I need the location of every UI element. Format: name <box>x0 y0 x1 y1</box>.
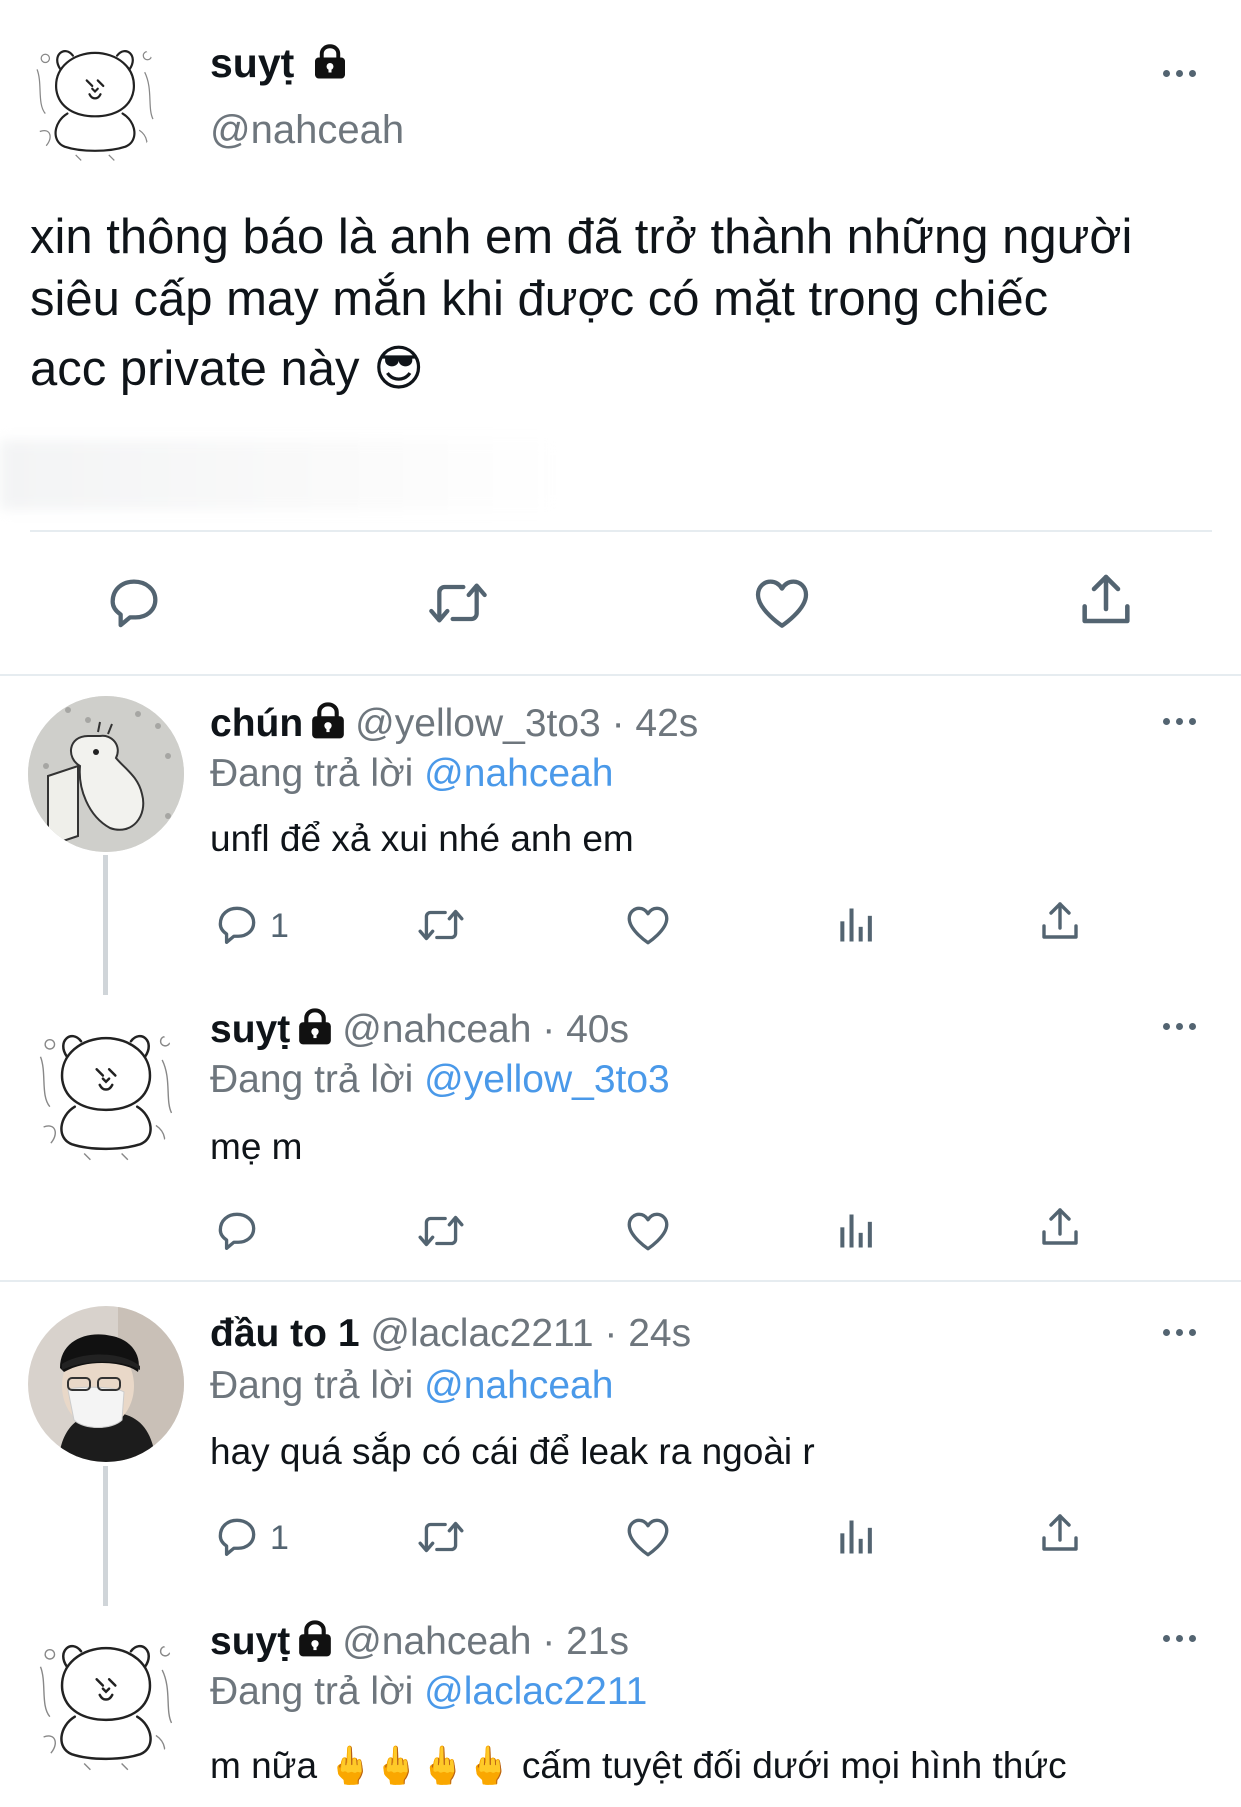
replying-prefix: Đang trả lời <box>210 1670 414 1713</box>
reply-text: hay quá sắp có cái để leak ra ngoài r <box>210 1431 815 1472</box>
thread-line <box>103 1466 108 1606</box>
retweet-icon[interactable] <box>416 1206 466 1256</box>
replying-to: Đang trả lời @laclac2211 <box>210 1670 647 1714</box>
more-icon[interactable] <box>1157 1016 1201 1036</box>
reply-text: m nữa 🖕🖕🖕🖕 cấm tuyệt đối dưới mọi hình t… <box>210 1745 1067 1786</box>
bear-avatar-image <box>26 28 164 166</box>
reply-count: 1 <box>270 1519 289 1557</box>
mention-link[interactable]: @yellow_3to3 <box>424 1058 670 1101</box>
timestamp: · 40s <box>542 1008 629 1051</box>
lock-icon <box>296 1008 334 1046</box>
lock-icon <box>296 1620 334 1658</box>
more-icon[interactable] <box>1157 1322 1201 1342</box>
display-name: suyṭ <box>210 40 295 86</box>
timestamp: · 42s <box>611 702 699 745</box>
share-icon[interactable] <box>1036 898 1084 946</box>
reply-text: mẹ m <box>210 1126 303 1167</box>
retweet-icon[interactable] <box>426 571 490 635</box>
reply-count: 1 <box>270 907 289 945</box>
analytics-icon[interactable] <box>833 1209 877 1253</box>
timestamp: · 24s <box>604 1312 692 1355</box>
author-handle[interactable]: @yellow_3to3 <box>355 702 601 745</box>
display-name[interactable]: đầu to 1 <box>210 1312 360 1355</box>
tweet-text-line: siêu cấp may mắn khi được có mặt trong c… <box>30 272 1049 326</box>
more-icon[interactable] <box>1157 1628 1201 1648</box>
reply-header: đầu to 1 @laclac2211 · 24s <box>210 1312 691 1356</box>
avatar[interactable] <box>28 1306 184 1462</box>
heart-icon[interactable] <box>623 900 673 950</box>
analytics-icon[interactable] <box>833 903 877 947</box>
avatar[interactable] <box>26 28 164 166</box>
tweet-text-line: xin thông báo là anh em đã trở thành nhữ… <box>30 210 1133 264</box>
author-handle[interactable]: @nahceah <box>342 1008 531 1051</box>
person-avatar-image <box>28 1306 184 1462</box>
heart-icon[interactable] <box>623 1206 673 1256</box>
avatar[interactable] <box>28 1620 184 1776</box>
author-handle[interactable]: @nahceah <box>210 108 404 153</box>
mention-link[interactable]: @laclac2211 <box>424 1670 647 1713</box>
replying-to: Đang trả lời @nahceah <box>210 1364 613 1408</box>
divider <box>30 530 1212 532</box>
more-icon[interactable] <box>1157 711 1201 731</box>
display-name[interactable]: suyṭ <box>210 1008 290 1051</box>
avatar[interactable] <box>28 696 184 852</box>
mention-link[interactable]: @nahceah <box>424 752 613 795</box>
moomin-avatar-image <box>28 696 184 852</box>
lock-icon <box>309 702 347 740</box>
replying-prefix: Đang trả lời <box>210 1058 414 1101</box>
lock-icon <box>312 44 348 80</box>
avatar[interactable] <box>28 1010 184 1166</box>
thread-line <box>103 855 108 995</box>
reply-icon[interactable] <box>102 571 166 635</box>
divider <box>0 1280 1241 1282</box>
reply-icon[interactable] <box>212 1206 262 1256</box>
display-name[interactable]: chún <box>210 702 303 745</box>
share-icon[interactable] <box>1036 1510 1084 1558</box>
reply-text: unfl để xả xui nhé anh em <box>210 818 634 859</box>
share-icon[interactable] <box>1036 1204 1084 1252</box>
author-name[interactable]: suyṭ <box>210 40 348 87</box>
replying-to: Đang trả lời @yellow_3to3 <box>210 1058 670 1102</box>
display-name[interactable]: suyṭ <box>210 1620 290 1663</box>
blurred-area <box>0 440 560 510</box>
heart-icon[interactable] <box>623 1512 673 1562</box>
tweet-text: xin thông báo là anh em đã trở thành nhữ… <box>30 206 1132 400</box>
replying-to: Đang trả lời @nahceah <box>210 752 613 796</box>
timestamp: · 21s <box>542 1620 629 1663</box>
more-icon[interactable] <box>1157 63 1201 83</box>
bear-avatar-image <box>28 1010 184 1166</box>
divider <box>0 674 1241 676</box>
tweet-text-line: acc private này 😎 <box>30 342 425 396</box>
share-icon[interactable] <box>1074 569 1138 633</box>
reply-icon[interactable] <box>212 1512 262 1562</box>
author-handle[interactable]: @laclac2211 <box>370 1312 593 1355</box>
retweet-icon[interactable] <box>416 1512 466 1562</box>
bear-avatar-image <box>28 1620 184 1776</box>
reply-icon[interactable] <box>212 900 262 950</box>
reply-header: suyṭ @nahceah · 40s <box>210 1008 629 1052</box>
retweet-icon[interactable] <box>416 900 466 950</box>
author-handle[interactable]: @nahceah <box>342 1620 531 1663</box>
mention-link[interactable]: @nahceah <box>424 1364 613 1407</box>
replying-prefix: Đang trả lời <box>210 1364 414 1407</box>
heart-icon[interactable] <box>750 571 814 635</box>
reply-header: chún @yellow_3to3 · 42s <box>210 702 698 746</box>
replying-prefix: Đang trả lời <box>210 752 414 795</box>
analytics-icon[interactable] <box>833 1515 877 1559</box>
reply-header: suyṭ @nahceah · 21s <box>210 1620 629 1664</box>
